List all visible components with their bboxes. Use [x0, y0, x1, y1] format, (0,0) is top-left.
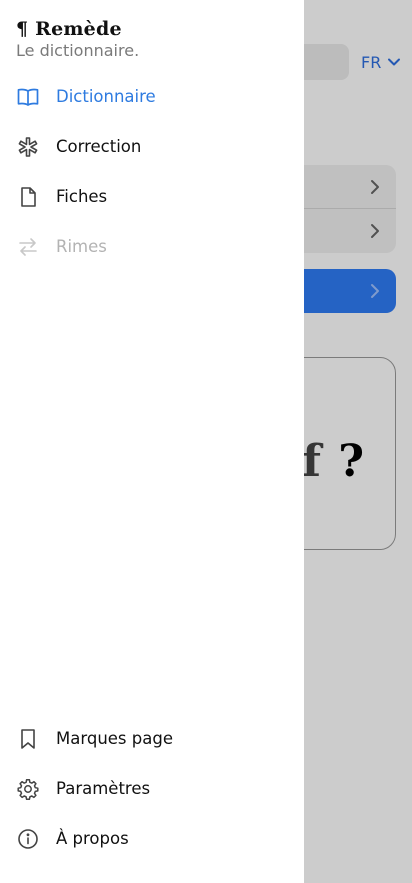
- nav-item-dictionnaire[interactable]: Dictionnaire: [0, 76, 304, 116]
- nav-item-parametres[interactable]: Paramètres: [0, 768, 304, 808]
- nav-item-label: Correction: [56, 136, 142, 156]
- nav-item-a-propos[interactable]: À propos: [0, 818, 304, 858]
- navigation-drawer: ¶ Remède Le dictionnaire. Dictionnaire C…: [0, 0, 304, 883]
- bookmark-icon: [16, 727, 40, 751]
- gear-icon: [16, 777, 40, 801]
- arrows-swap-icon: [16, 235, 40, 259]
- app-tagline: Le dictionnaire.: [16, 41, 140, 60]
- nav-item-label: Marques page: [56, 728, 173, 748]
- file-icon: [16, 185, 40, 209]
- app-brand: ¶ Remède: [16, 18, 122, 40]
- nav-item-correction[interactable]: Correction: [0, 126, 304, 166]
- book-open-icon: [16, 85, 40, 109]
- nav-item-marques-page[interactable]: Marques page: [0, 718, 304, 758]
- info-icon: [16, 827, 40, 851]
- nav-item-rimes[interactable]: Rimes: [0, 226, 304, 266]
- nav-item-label: Dictionnaire: [56, 86, 156, 106]
- nav-item-label: Paramètres: [56, 778, 151, 798]
- nav-item-label: Rimes: [56, 236, 107, 256]
- nav-item-label: À propos: [56, 828, 129, 848]
- nav-item-fiches[interactable]: Fiches: [0, 176, 304, 216]
- nav-item-label: Fiches: [56, 186, 108, 206]
- asterisk-icon: [16, 135, 40, 159]
